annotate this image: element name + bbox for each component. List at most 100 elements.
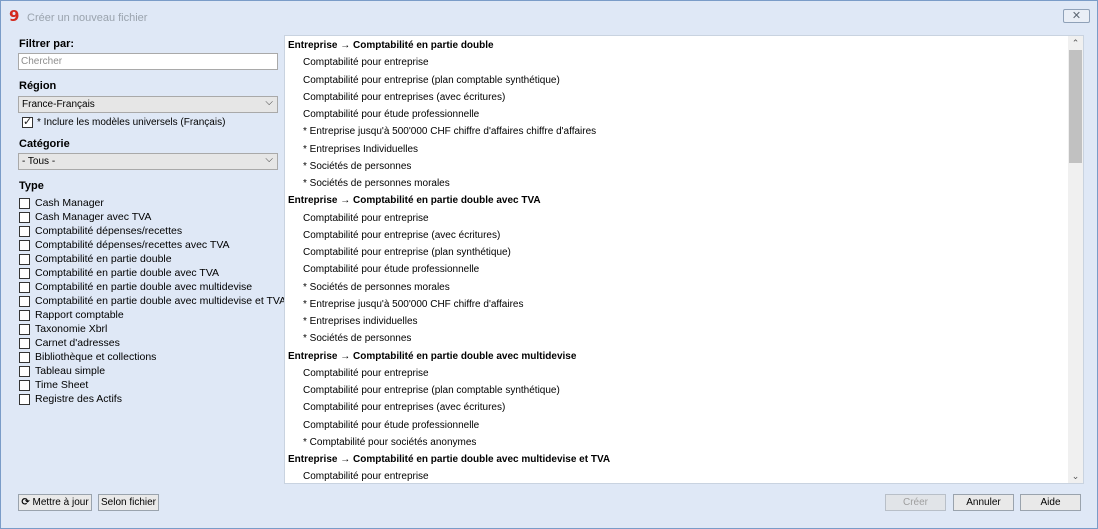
include-universal-row[interactable]: * Inclure les modèles universels (França… xyxy=(22,115,226,128)
type-label-text: Comptabilité en partie double avec multi… xyxy=(35,281,253,293)
filter-label: Filtrer par: xyxy=(19,38,75,50)
type-label-text: Comptabilité en partie double avec TVA xyxy=(35,267,220,279)
type-checkbox[interactable] xyxy=(19,309,30,321)
include-universal-label: * Inclure les modèles universels (França… xyxy=(37,117,226,128)
scroll-thumb[interactable] xyxy=(1069,50,1082,163)
template-item[interactable]: Comptabilité pour entreprise (plan compt… xyxy=(303,72,560,89)
type-checkbox[interactable] xyxy=(19,281,30,293)
type-filter-item[interactable]: Time Sheet xyxy=(19,378,286,392)
type-checkbox[interactable] xyxy=(19,365,30,377)
type-label-text: Cash Manager xyxy=(35,197,104,209)
type-label-text: Carnet d'adresses xyxy=(35,337,120,349)
chevron-down-icon: ⌵ xyxy=(265,97,273,108)
type-checkbox[interactable] xyxy=(19,323,30,335)
region-label: Région xyxy=(19,80,57,92)
type-filter-list: Cash Manager Cash Manager avec TVA Comptab… xyxy=(19,196,286,406)
region-select[interactable]: France-Français ⌵ xyxy=(18,96,278,113)
create-button[interactable]: Créer xyxy=(885,494,946,511)
scroll-down-icon[interactable]: ⌄ xyxy=(1068,469,1083,483)
update-button[interactable]: ⟳ Mettre à jour xyxy=(18,494,92,511)
type-checkbox[interactable] xyxy=(19,379,30,391)
template-item[interactable]: Comptabilité pour entreprise (plan compt… xyxy=(303,382,560,399)
template-item[interactable]: Comptabilité pour entreprise xyxy=(303,210,429,227)
type-filter-item[interactable]: Bibliothèque et collections xyxy=(19,350,286,364)
app-logo-icon: 9 xyxy=(9,7,20,25)
template-item[interactable]: Comptabilité pour entreprise xyxy=(303,468,429,483)
template-item[interactable]: Comptabilité pour étude professionnelle xyxy=(303,261,479,278)
type-checkbox[interactable] xyxy=(19,239,30,251)
type-checkbox[interactable] xyxy=(19,295,30,307)
type-filter-item[interactable]: Comptabilité en partie double avec multi… xyxy=(19,280,286,294)
template-list: Entreprise → Comptabilité en partie doub… xyxy=(284,35,1084,484)
template-group-header: Entreprise → Comptabilité en partie doub… xyxy=(288,195,541,207)
type-checkbox[interactable] xyxy=(19,267,30,279)
template-item[interactable]: * Entreprises individuelles xyxy=(303,313,418,330)
type-label-text: Registre des Actifs xyxy=(35,393,122,405)
template-group-header: Entreprise → Comptabilité en partie doub… xyxy=(288,350,577,362)
template-item[interactable]: Comptabilité pour étude professionnelle xyxy=(303,417,479,434)
type-filter-item[interactable]: Comptabilité dépenses/recettes avec TVA xyxy=(19,238,286,252)
template-item[interactable]: Comptabilité pour entreprise (avec écrit… xyxy=(303,227,500,244)
refresh-icon: ⟳ xyxy=(21,497,30,508)
category-select[interactable]: - Tous - ⌵ xyxy=(18,153,278,170)
type-label-text: Comptabilité en partie double xyxy=(35,253,172,265)
template-item[interactable]: * Entreprise jusqu'à 500'000 CHF chiffre… xyxy=(303,296,523,313)
region-select-value: France-Français xyxy=(22,99,95,110)
scroll-up-icon[interactable]: ⌃ xyxy=(1068,36,1083,50)
chevron-down-icon: ⌵ xyxy=(265,154,273,165)
type-filter-item[interactable]: Comptabilité en partie double avec multi… xyxy=(19,294,286,308)
type-checkbox[interactable] xyxy=(19,225,30,237)
template-item[interactable]: Comptabilité pour étude professionnelle xyxy=(303,106,479,123)
template-item[interactable]: Comptabilité pour entreprises (avec écri… xyxy=(303,399,505,416)
type-filter-item[interactable]: Comptabilité en partie double xyxy=(19,252,286,266)
title-bar: 9 Créer un nouveau fichier ✕ xyxy=(1,1,1097,34)
type-filter-item[interactable]: Comptabilité dépenses/recettes xyxy=(19,224,286,238)
type-label-text: Comptabilité dépenses/recettes xyxy=(35,225,183,237)
category-label: Catégorie xyxy=(19,138,70,150)
template-item[interactable]: * Entreprise jusqu'à 500'000 CHF chiffre… xyxy=(303,123,596,140)
type-label-text: Rapport comptable xyxy=(35,309,124,321)
template-item[interactable]: Comptabilité pour entreprise xyxy=(303,365,429,382)
type-label-text: Bibliothèque et collections xyxy=(35,351,157,363)
type-label-text: Time Sheet xyxy=(35,379,89,391)
template-item[interactable]: Comptabilité pour entreprises (avec écri… xyxy=(303,89,505,106)
type-filter-item[interactable]: Tableau simple xyxy=(19,364,286,378)
include-universal-checkbox[interactable] xyxy=(22,115,33,128)
type-checkbox[interactable] xyxy=(19,393,30,405)
type-filter-item[interactable]: Carnet d'adresses xyxy=(19,336,286,350)
type-checkbox[interactable] xyxy=(19,253,30,265)
template-group-header: Entreprise → Comptabilité en partie doub… xyxy=(288,40,494,51)
template-item[interactable]: * Entreprises Individuelles xyxy=(303,141,418,158)
template-item[interactable]: Comptabilité pour entreprise (plan synth… xyxy=(303,244,511,261)
category-select-value: - Tous - xyxy=(22,156,56,167)
type-checkbox[interactable] xyxy=(19,337,30,349)
by-file-button[interactable]: Selon fichier xyxy=(98,494,159,511)
template-item[interactable]: * Sociétés de personnes morales xyxy=(303,279,450,296)
close-button[interactable]: ✕ xyxy=(1063,9,1090,23)
type-checkbox[interactable] xyxy=(19,211,30,223)
template-list-scrollbar[interactable]: ⌃ ⌄ xyxy=(1068,36,1083,483)
template-item[interactable]: Comptabilité pour entreprise xyxy=(303,54,429,71)
template-item[interactable]: * Sociétés de personnes xyxy=(303,158,411,175)
type-filter-item[interactable]: Cash Manager xyxy=(19,196,286,210)
template-item[interactable]: * Sociétés de personnes xyxy=(303,330,411,347)
template-group-header: Entreprise → Comptabilité en partie doub… xyxy=(288,454,611,465)
type-filter-item[interactable]: Comptabilité en partie double avec TVA xyxy=(19,266,286,280)
window-title: Créer un nouveau fichier xyxy=(27,12,148,24)
type-filter-item[interactable]: Taxonomie Xbrl xyxy=(19,322,286,336)
type-filter-item[interactable]: Rapport comptable xyxy=(19,308,286,322)
type-filter-item[interactable]: Registre des Actifs xyxy=(19,392,286,406)
type-checkbox[interactable] xyxy=(19,197,30,209)
help-button[interactable]: Aide xyxy=(1020,494,1081,511)
type-label-text: Comptabilité en partie double avec multi… xyxy=(35,295,287,307)
type-label-text: Comptabilité dépenses/recettes avec TVA xyxy=(35,239,230,251)
type-label-text: Taxonomie Xbrl xyxy=(35,323,108,335)
template-item[interactable]: * Comptabilité pour sociétés anonymes xyxy=(303,434,476,451)
type-checkbox[interactable] xyxy=(19,351,30,363)
template-item[interactable]: * Sociétés de personnes morales xyxy=(303,175,450,192)
cancel-button[interactable]: Annuler xyxy=(953,494,1014,511)
type-label: Type xyxy=(19,180,44,192)
type-filter-item[interactable]: Cash Manager avec TVA xyxy=(19,210,286,224)
type-label-text: Tableau simple xyxy=(35,365,106,377)
search-input[interactable]: Chercher xyxy=(18,53,278,70)
